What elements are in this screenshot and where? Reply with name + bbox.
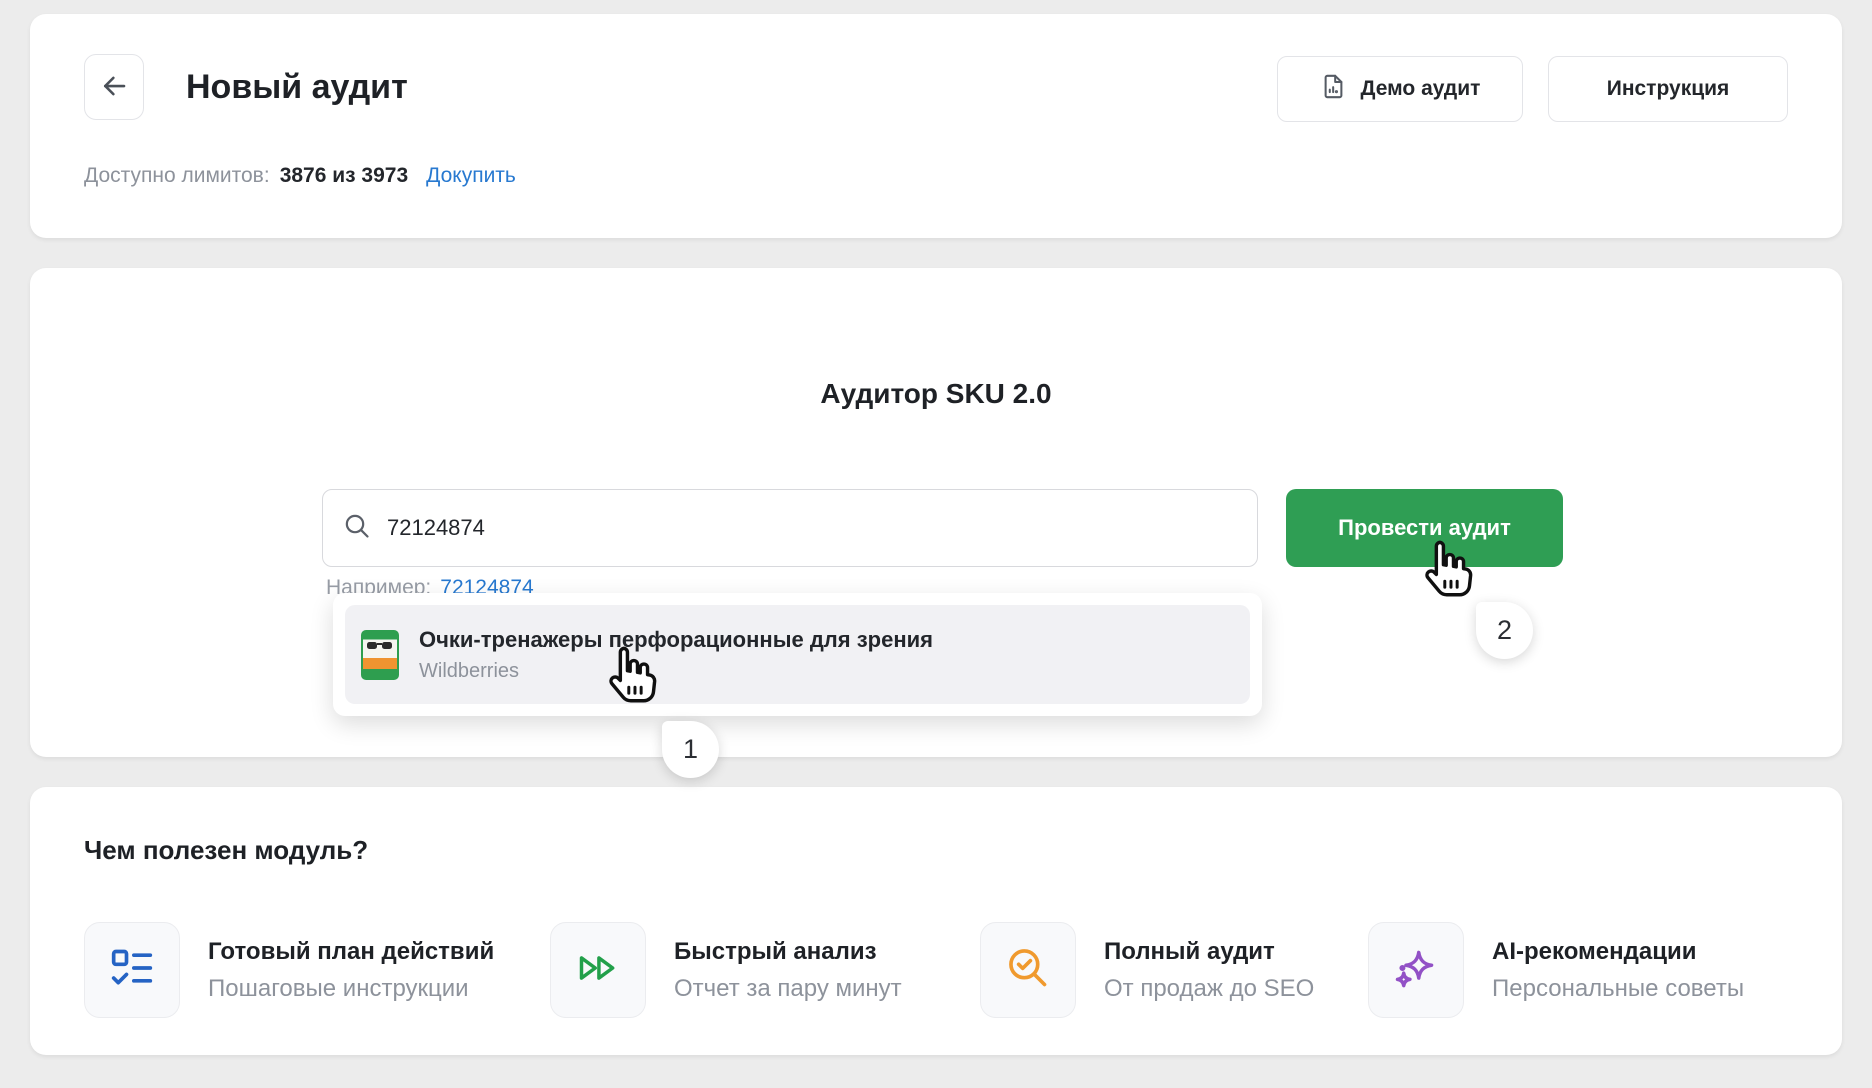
arrow-left-icon [99, 71, 129, 104]
instruction-label: Инструкция [1607, 77, 1730, 101]
step-badge-2: 2 [1476, 602, 1533, 659]
feature-full-audit: Полный аудит От продаж до SEO [980, 922, 1314, 1018]
sparkles-icon [1394, 946, 1438, 995]
suggestion-source: Wildberries [419, 660, 933, 683]
feature-action-plan: Готовый план действий Пошаговые инструкц… [84, 922, 494, 1018]
header-card: Новый аудит Доступно лимитов: 3876 из 39… [30, 14, 1842, 238]
module-title: Аудитор SKU 2.0 [30, 378, 1842, 410]
feature-texts: Полный аудит От продаж до SEO [1104, 938, 1314, 1003]
feature-title: Полный аудит [1104, 938, 1314, 966]
checklist-icon [110, 946, 154, 995]
buy-more-link[interactable]: Докупить [426, 164, 516, 188]
suggestion-texts: Очки-тренажеры перфорационные для зрения… [419, 627, 933, 683]
feature-tile [550, 922, 646, 1018]
sku-search-box[interactable] [322, 489, 1258, 567]
product-thumbnail [361, 630, 399, 680]
feature-title: Быстрый анализ [674, 938, 902, 966]
feature-texts: Готовый план действий Пошаговые инструкц… [208, 938, 494, 1003]
search-suggestions-dropdown: Очки-тренажеры перфорационные для зрения… [333, 593, 1262, 716]
search-check-icon [1006, 946, 1050, 995]
feature-texts: AI-рекомендации Персональные советы [1492, 938, 1744, 1003]
suggestion-title: Очки-тренажеры перфорационные для зрения [419, 627, 933, 653]
sku-search-input[interactable] [387, 515, 1237, 541]
fast-forward-icon [576, 946, 620, 995]
limits-row: Доступно лимитов: 3876 из 3973 Докупить [84, 164, 516, 188]
document-chart-icon [1320, 73, 1347, 106]
feature-ai-recommendations: AI-рекомендации Персональные советы [1368, 922, 1744, 1018]
hand-cursor-icon [600, 642, 664, 706]
feature-subtitle: Отчет за пару минут [674, 975, 902, 1003]
benefits-heading: Чем полезен модуль? [84, 835, 368, 866]
benefits-card: Чем полезен модуль? Готовый план действи… [30, 787, 1842, 1055]
feature-tile [84, 922, 180, 1018]
feature-subtitle: Персональные советы [1492, 975, 1744, 1003]
step-badge-1: 1 [662, 721, 719, 778]
feature-subtitle: Пошаговые инструкции [208, 975, 494, 1003]
limits-value: 3876 из 3973 [280, 164, 408, 188]
back-button[interactable] [84, 54, 144, 120]
page-title: Новый аудит [186, 54, 408, 120]
demo-audit-label: Демо аудит [1361, 77, 1481, 101]
audit-card: Аудитор SKU 2.0 Провести аудит Например:… [30, 268, 1842, 757]
feature-subtitle: От продаж до SEO [1104, 975, 1314, 1003]
limits-label: Доступно лимитов: [84, 164, 270, 188]
hand-cursor-icon [1416, 536, 1480, 600]
feature-fast-analysis: Быстрый анализ Отчет за пару минут [550, 922, 902, 1018]
feature-tile [980, 922, 1076, 1018]
feature-texts: Быстрый анализ Отчет за пару минут [674, 938, 902, 1003]
feature-title: AI-рекомендации [1492, 938, 1744, 966]
demo-audit-button[interactable]: Демо аудит [1277, 56, 1523, 122]
suggestion-item[interactable]: Очки-тренажеры перфорационные для зрения… [345, 605, 1250, 704]
search-icon [343, 512, 371, 545]
feature-tile [1368, 922, 1464, 1018]
instruction-button[interactable]: Инструкция [1548, 56, 1788, 122]
feature-title: Готовый план действий [208, 938, 494, 966]
